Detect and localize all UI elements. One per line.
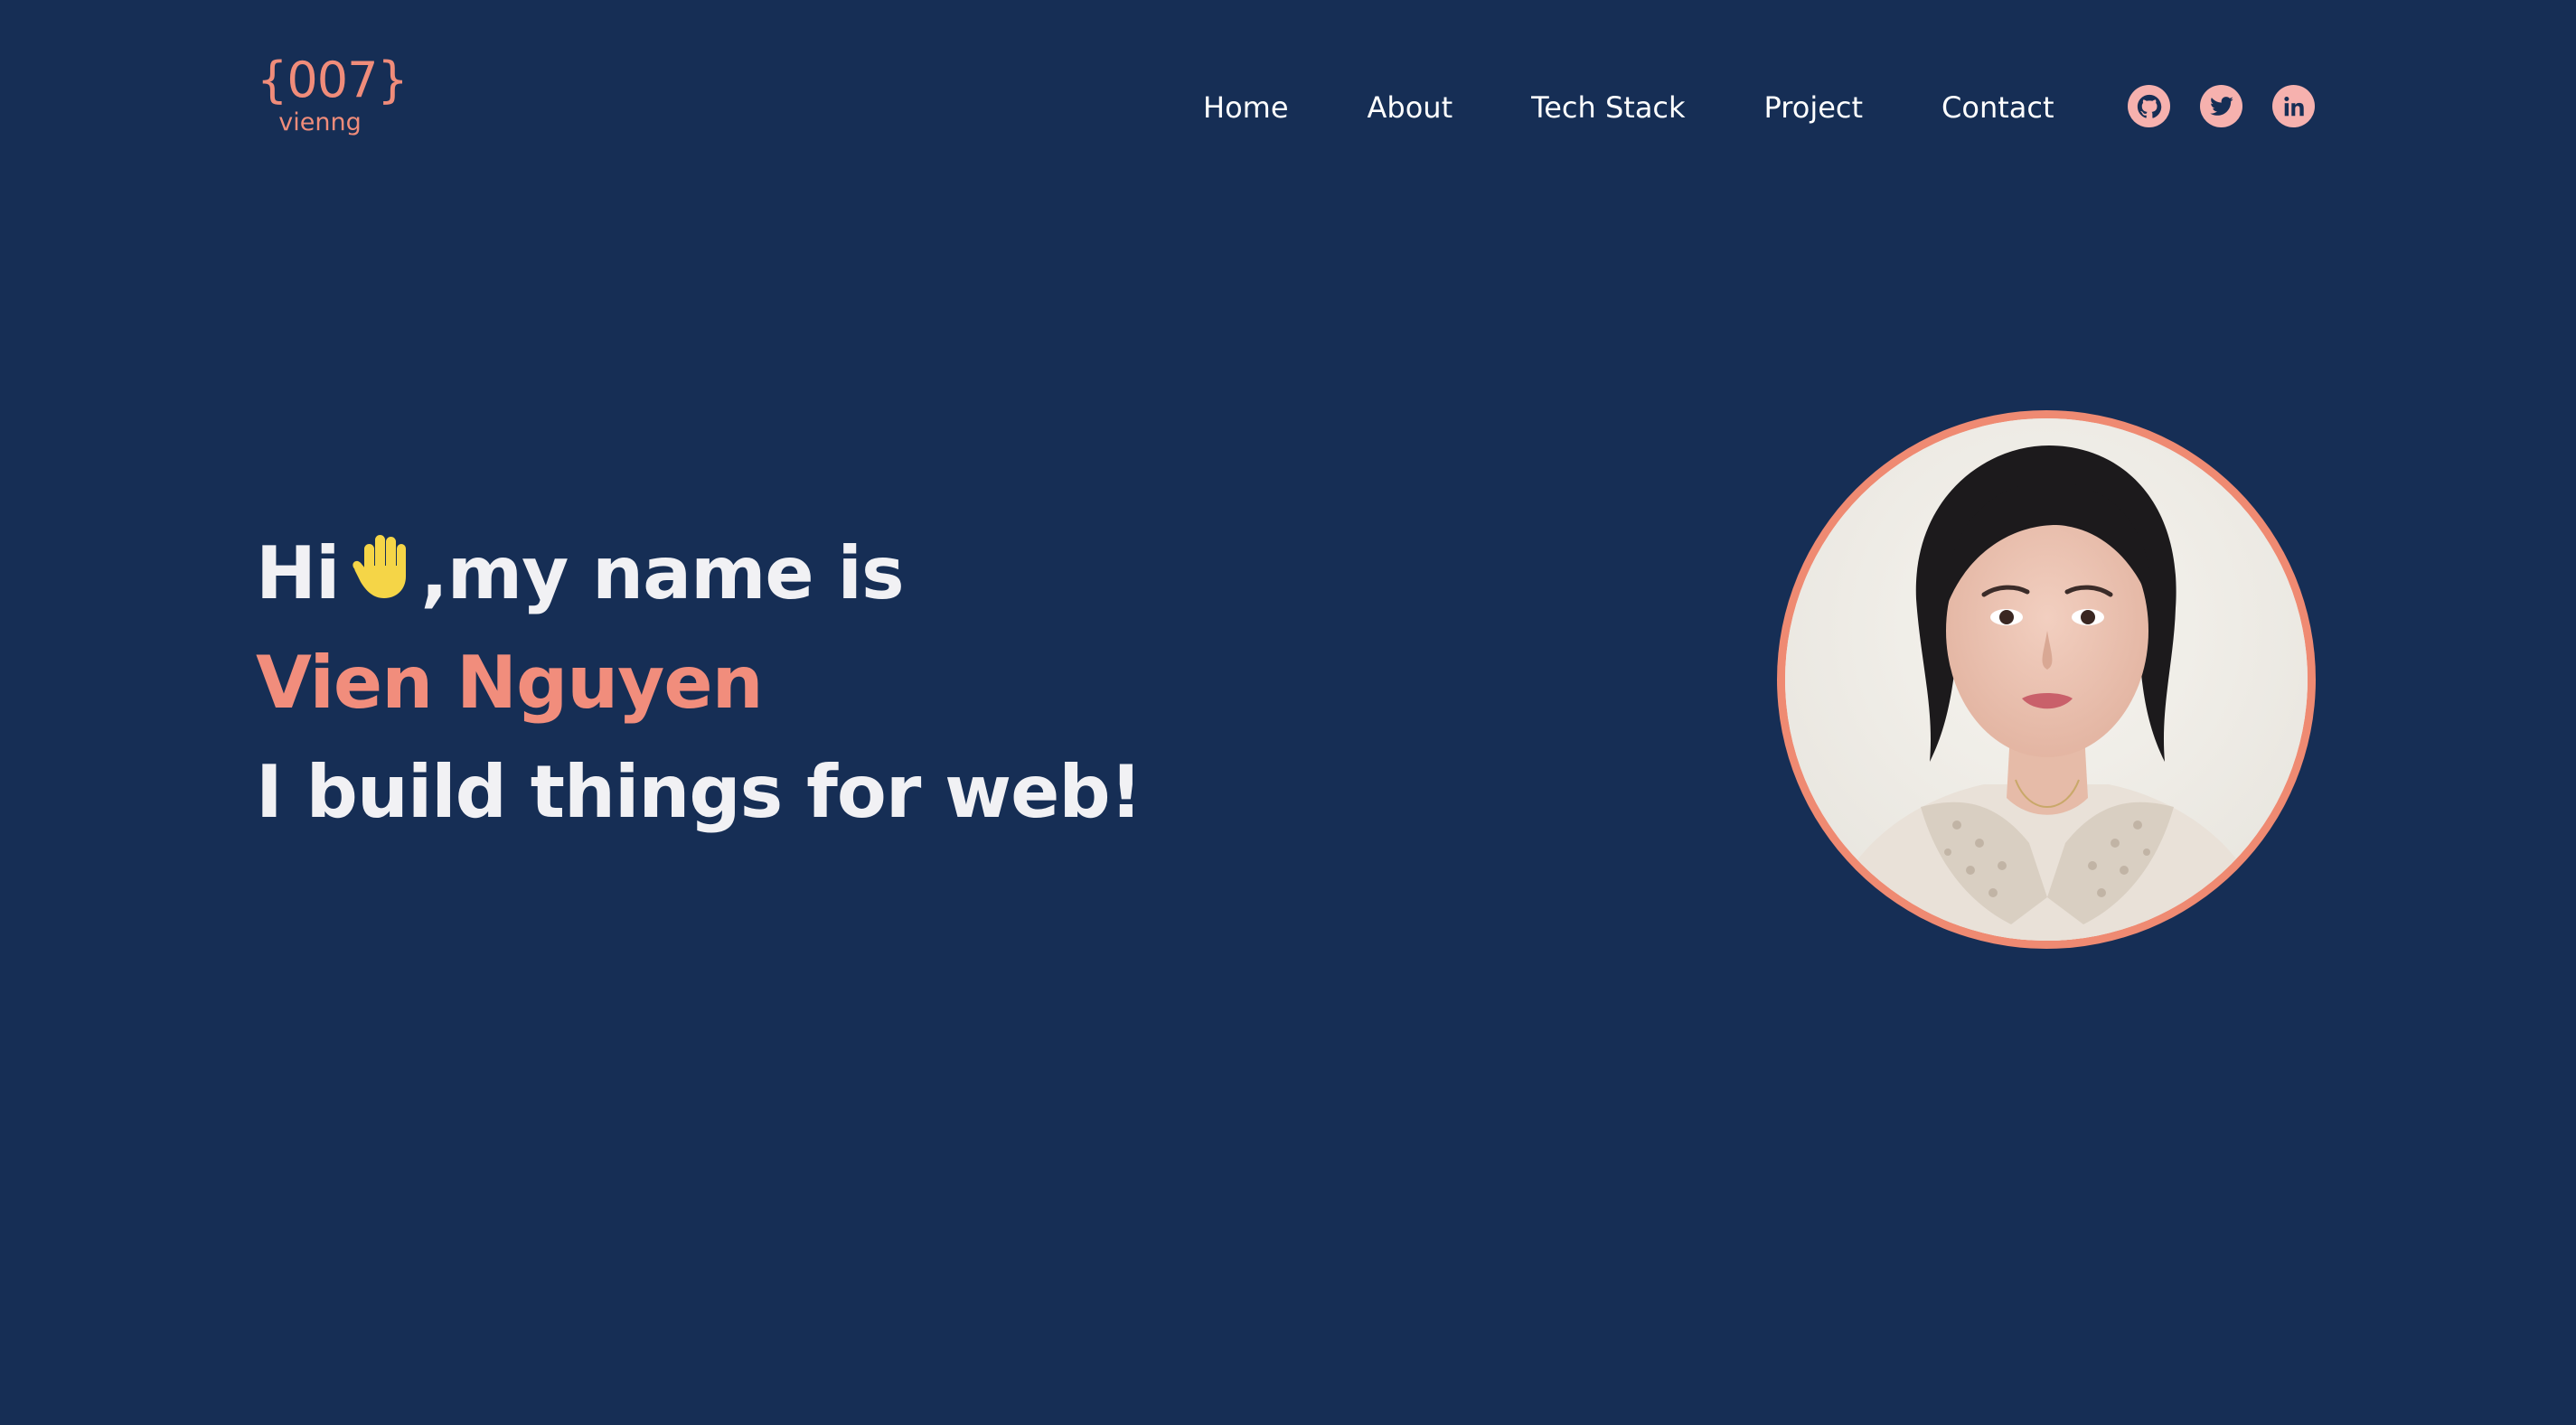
linkedin-icon [2283, 96, 2304, 116]
waving-hand-icon [353, 535, 407, 598]
site-logo[interactable]: {007} vienng [257, 52, 409, 136]
logo-subtitle: vienng [278, 108, 362, 136]
hero-tagline: I build things for web! [256, 750, 1142, 834]
greeting-rest: ,my name is [420, 531, 904, 615]
hero-name: Vien Nguyen [256, 641, 764, 725]
nav-link-tech-stack[interactable]: Tech Stack [1531, 87, 1685, 128]
nav-link-project[interactable]: Project [1764, 87, 1863, 128]
github-icon [2137, 94, 2161, 118]
main-nav: Home About Tech Stack Project Contact [1203, 87, 2054, 128]
twitter-icon [2209, 96, 2233, 116]
profile-photo [1785, 418, 2308, 941]
nav-link-home[interactable]: Home [1203, 87, 1289, 128]
portrait-illustration [1785, 418, 2308, 941]
nav-link-contact[interactable]: Contact [1941, 87, 2054, 128]
hero-greeting: Hi ,my name is [256, 519, 1702, 628]
profile-avatar [1777, 410, 2316, 949]
hero-section: Hi ,my name is Vien Nguyen I build thing… [256, 519, 1702, 847]
logo-mark: {007} [257, 52, 409, 108]
github-link[interactable] [2128, 85, 2170, 127]
linkedin-link[interactable] [2272, 85, 2315, 127]
nav-link-about[interactable]: About [1368, 87, 1453, 128]
page: {007} vienng Home About Tech Stack Proje… [0, 0, 2576, 1425]
greeting-hi: Hi [256, 531, 340, 615]
social-links [2128, 85, 2315, 127]
twitter-link[interactable] [2200, 85, 2242, 127]
